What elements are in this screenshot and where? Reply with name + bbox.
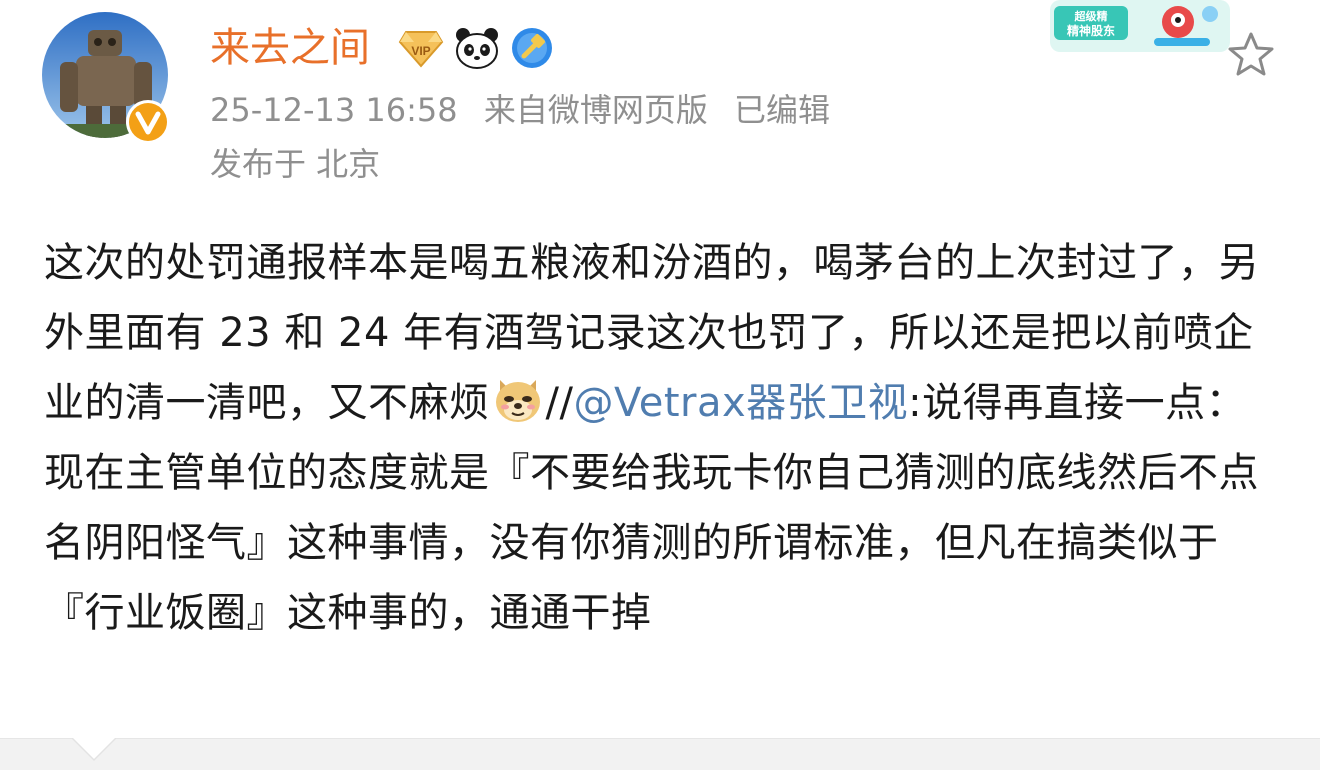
promo-banner[interactable]: 超级精 精神股东 <box>1050 0 1230 52</box>
post-location: 发布于 北京 <box>210 145 381 183</box>
username-link[interactable]: 来去之间 <box>210 22 370 74</box>
svg-text:VIP: VIP <box>411 44 430 58</box>
repost-separator: // <box>545 380 574 426</box>
verified-v-icon <box>124 98 172 146</box>
repost-area-background <box>0 738 1320 770</box>
vip-diamond-icon[interactable]: VIP <box>398 28 444 68</box>
edited-label[interactable]: 已编辑 <box>734 91 830 129</box>
verified-shield-icon[interactable] <box>510 26 554 70</box>
promo-text-1: 超级精 <box>1074 9 1108 23</box>
repost-caret-icon <box>71 737 117 762</box>
mention-link[interactable]: @Vetrax器张卫视 <box>573 380 908 426</box>
doge-emoji-icon <box>492 374 544 426</box>
post-meta: 25-12-13 16:58 来自微博网页版 已编辑 <box>210 88 846 132</box>
post-content: 这次的处罚通报样本是喝五粮液和汾酒的，喝茅台的上次封过了，另外里面有 23 和 … <box>44 228 1284 648</box>
user-badges: VIP <box>398 24 554 72</box>
promo-text-2: 精神股东 <box>1067 23 1115 38</box>
weibo-post-card: 来去之间 VIP 25-12-13 16:58 来自微博网页版 已编辑 发布于 … <box>0 0 1320 770</box>
post-time[interactable]: 25-12-13 16:58 <box>210 91 458 129</box>
panda-icon[interactable] <box>454 26 500 70</box>
favorite-star-icon[interactable] <box>1226 30 1276 80</box>
post-source[interactable]: 来自微博网页版 <box>484 91 708 129</box>
